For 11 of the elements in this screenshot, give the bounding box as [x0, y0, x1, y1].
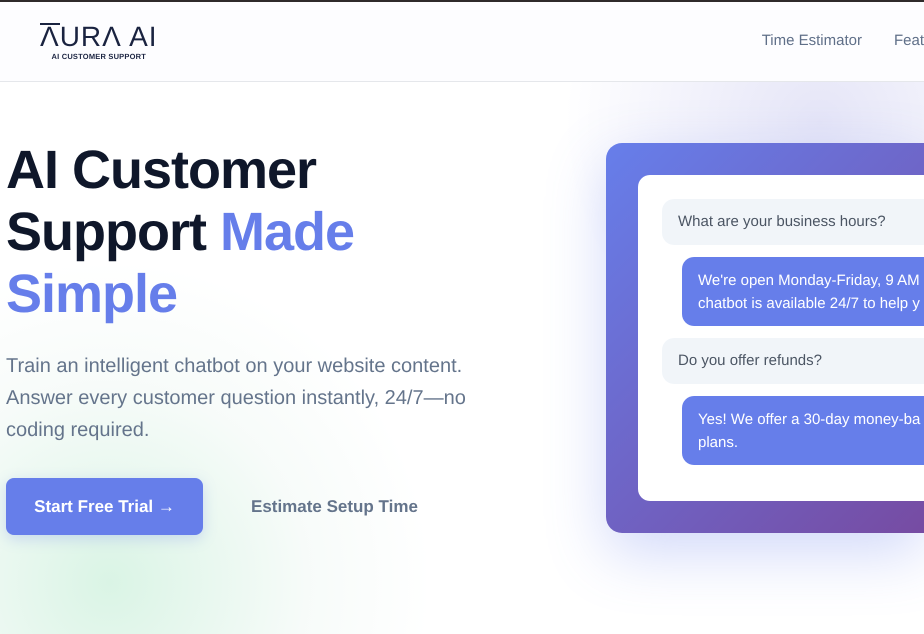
user-message-bubble: What are your business hours? — [662, 199, 924, 245]
nav-link[interactable]: Feat — [894, 30, 924, 53]
bot-message-bubble: We're open Monday-Friday, 9 AM chatbot is available 24/7 to help y — [682, 257, 924, 326]
hero-description: Train an intelligent chatbot on your website content. Answer every customer question instantly, 24/7—no coding required. — [6, 354, 467, 443]
logo-wordmark: ΛURΛ AI — [40, 22, 158, 52]
bot-message-bubble: Yes! We offer a 30-day money-ba plans. — [682, 396, 924, 465]
start-trial-button[interactable]: Start Free Trial → — [6, 478, 203, 535]
user-message-bubble: Do you offer refunds? — [662, 338, 924, 384]
estimate-time-link[interactable]: Estimate Setup Time — [251, 494, 418, 520]
hero-heading: AI Customer Support Made Simple — [6, 139, 356, 325]
nav-link[interactable]: Time Estimator — [762, 30, 862, 53]
